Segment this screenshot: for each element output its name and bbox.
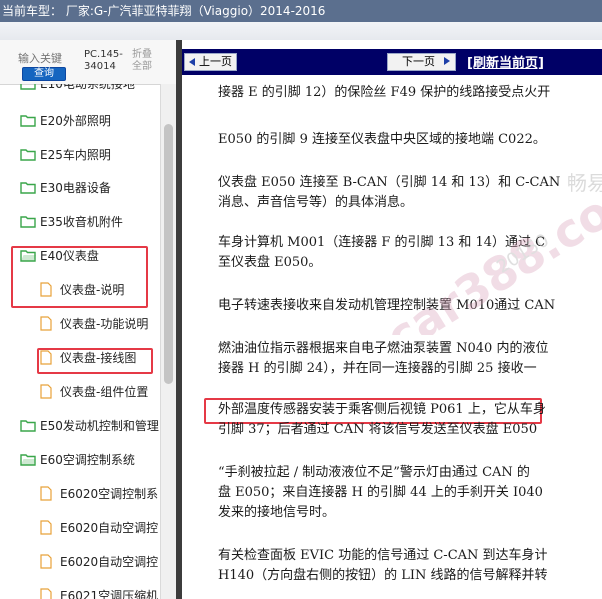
folder-icon — [20, 216, 36, 228]
tree-scrollbar[interactable] — [160, 84, 176, 599]
tree-item-label: E35收音机附件 — [40, 215, 123, 229]
content-line: 至仪表盘 E050。 — [218, 255, 322, 270]
content-line: 燃油油位指示器根据来自电子燃油泵装置 N040 内的液位 — [218, 341, 549, 356]
folder-icon — [20, 420, 36, 432]
scrollbar-thumb[interactable] — [164, 124, 173, 384]
folder-open-icon — [20, 454, 36, 466]
tree-item-label: 仪表盘-接线图 — [60, 351, 137, 365]
document-icon — [40, 350, 52, 365]
content-line: “手刹被拉起 / 制动液液位不足”警示灯由通过 CAN 的 — [218, 465, 530, 480]
arrow-right-icon — [443, 57, 450, 65]
content-line: 仪表盘 E050 连接至 B-CAN（引脚 14 和 13）和 C-CAN — [218, 175, 561, 190]
tree-item-label: E30电器设备 — [40, 181, 111, 195]
next-page-button[interactable]: 下一页 — [387, 53, 456, 71]
arrow-left-icon — [189, 58, 195, 66]
content-line: 发来的接地信号时。 — [218, 505, 336, 520]
content-line: 引脚 37；后者通过 CAN 将该信号发送至仪表盘 E050 — [218, 422, 538, 437]
search-input[interactable] — [18, 50, 68, 66]
document-icon — [40, 554, 52, 569]
content-line: 有关检查面板 EVIC 功能的信号通过 C-CAN 到达车身计 — [218, 548, 548, 563]
tree-item-label: E40仪表盘 — [40, 249, 99, 263]
prev-page-label: 上一页 — [199, 55, 232, 68]
next-page-label: 下一页 — [402, 55, 435, 68]
tree-item-label: 仪表盘-功能说明 — [60, 317, 149, 331]
folder-open-icon — [20, 250, 36, 262]
tree-item-label: E6020自动空调控 — [60, 555, 159, 569]
left-panel: 查询 PC.145-34014 折叠全部 E10电动系统接地 E20外部照明 E… — [0, 40, 176, 599]
toolbar-band — [0, 22, 602, 41]
document-icon — [40, 486, 52, 501]
page-nav-bar: 上一页 下一页 [刷新当前页] — [182, 49, 602, 75]
collapse-all-button[interactable]: 折叠全部 — [132, 49, 158, 73]
folder-icon — [20, 84, 36, 90]
tree-item-label: E60空调控制系统 — [40, 453, 135, 467]
directory-tree: E10电动系统接地 E20外部照明 E25车内照明 E30电器设备 E35收音机… — [0, 84, 160, 599]
content-panel: 上一页 下一页 [刷新当前页] 接器 E 的引脚 12）的保险丝 F49 保护的… — [182, 40, 602, 599]
content-line: 消息、声音信号等）的具体消息。 — [218, 195, 414, 210]
prev-page-button[interactable]: 上一页 — [184, 53, 237, 71]
tree-item-label: E50发动机控制和管理 — [40, 419, 159, 433]
content-line: 电子转速表接收来自发动机管理控制装置 M010通过 CAN — [218, 298, 556, 313]
folder-icon — [20, 149, 36, 161]
document-icon — [40, 520, 52, 535]
tree-item-label: E6021空调压缩机 — [60, 589, 159, 599]
content-line: E050 的引脚 9 连接至仪表盘中央区域的接地端 C022。 — [218, 132, 546, 147]
document-icon — [40, 282, 52, 297]
pc-code: PC.145-34014 — [84, 49, 123, 72]
content-line: H140（方向盘右侧的按钮）的 LIN 线路的信号解释并转 — [218, 568, 548, 583]
search-bar: 查询 PC.145-34014 折叠全部 — [0, 40, 176, 85]
tree-item-label: E25车内照明 — [40, 148, 111, 162]
document-icon — [40, 588, 52, 599]
content-line: 车身计算机 M001（连接器 F 的引脚 13 和 14）通过 C — [218, 235, 546, 250]
tree-item-label: E6020自动空调控 — [60, 521, 159, 535]
content-line: 外部温度传感器安装于乘客侧后视镜 P061 上，它从车身 — [218, 402, 546, 417]
tree-item-label: E10电动系统接地 — [40, 84, 135, 91]
content-line: 盘 E050；来自连接器 H 的引脚 44 上的手刹开关 I040 — [218, 485, 543, 500]
refresh-page-link[interactable]: [刷新当前页] — [467, 52, 544, 71]
search-button[interactable]: 查询 — [22, 67, 66, 81]
document-icon — [40, 316, 52, 331]
folder-icon — [20, 115, 36, 127]
document-icon — [40, 384, 52, 399]
folder-icon — [20, 182, 36, 194]
content-line: 接器 H 的引脚 24），并在同一连接器的引脚 25 接收一 — [218, 361, 537, 376]
tree-item-label: 仪表盘-组件位置 — [60, 385, 149, 399]
window-title: 当前车型： 厂家:G-广汽菲亚特菲翔（Viaggio）2014-2016 — [0, 0, 602, 22]
content-line: 接器 E 的引脚 12）的保险丝 F49 保护的线路接受点火开 — [218, 85, 551, 100]
tree-item-label: E20外部照明 — [40, 114, 111, 128]
tree-item-label: E6020空调控制系 — [60, 487, 159, 501]
tree-item-label: 仪表盘-说明 — [60, 283, 125, 297]
